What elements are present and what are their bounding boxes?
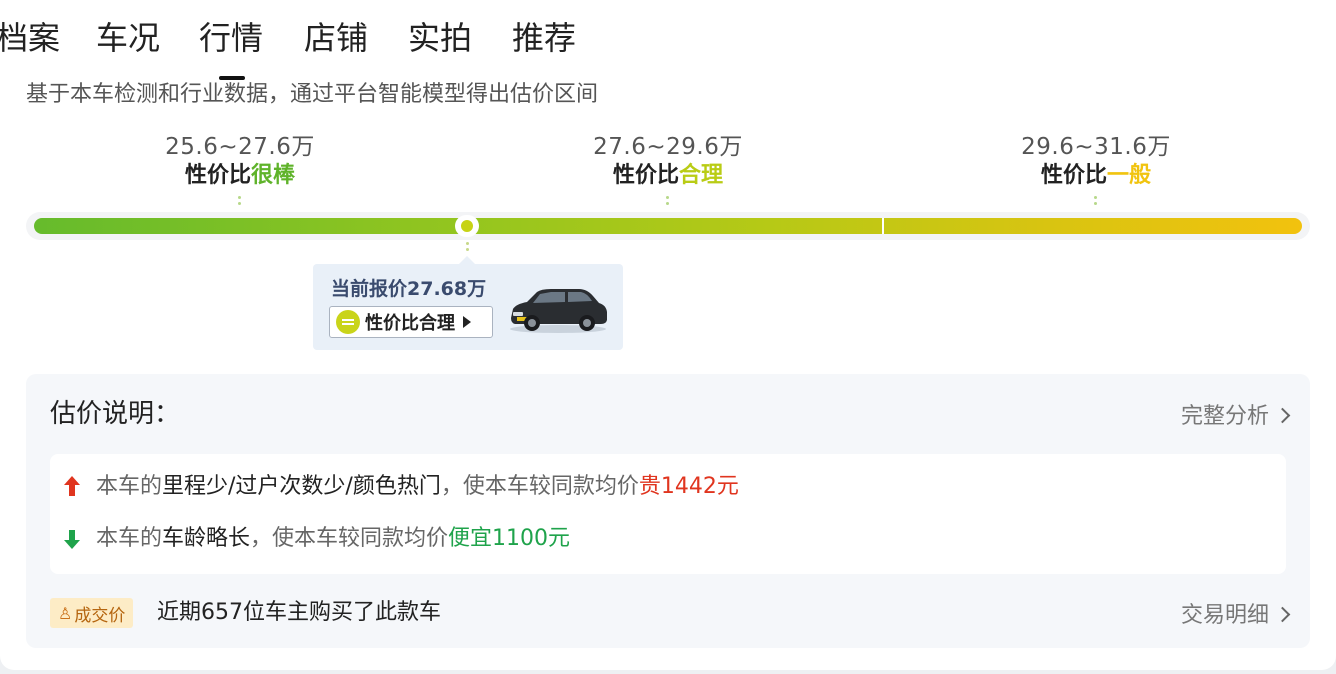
deal-price-badge: ♙ 成交价 <box>50 598 134 628</box>
car-suv-image <box>510 289 607 333</box>
range-dots <box>1094 196 1097 206</box>
range-price: 29.6~31.6万 <box>1021 134 1171 160</box>
transaction-details-label: 交易明细 <box>1180 603 1269 628</box>
marker-connector <box>460 236 469 251</box>
scale-divider <box>882 218 884 234</box>
full-analysis-link[interactable]: 完整分析 <box>1180 398 1291 430</box>
reason-factors: 车龄略长 <box>162 526 251 551</box>
tab-condition[interactable]: 车况 <box>96 16 160 60</box>
full-analysis-label: 完整分析 <box>1180 404 1269 429</box>
reason-row-up: 本车的 里程少/过户次数少/颜色热门 ，使本车较同款均价 贵1442元 <box>64 472 739 502</box>
transaction-details-link[interactable]: 交易明细 <box>1180 597 1291 629</box>
current-price-marker <box>455 215 479 237</box>
current-price-popup: 当前报价27.68万 性价比合理 <box>313 256 623 350</box>
reason-factors: 里程少/过户次数少/颜色热门 <box>162 474 441 499</box>
price-scale-track <box>26 212 1310 240</box>
range-label: 性价比一般 <box>1040 163 1152 188</box>
tab-photos[interactable]: 实拍 <box>408 16 472 60</box>
tab-recommend[interactable]: 推荐 <box>512 16 576 60</box>
arrow-up-icon <box>64 476 80 498</box>
range-dots <box>666 196 669 206</box>
value-rating-label: 性价比合理 <box>365 313 455 334</box>
range-price: 25.6~27.6万 <box>165 134 315 160</box>
range-reasonable: 27.6~29.6万 性价比合理 <box>558 133 778 191</box>
arrow-down-icon <box>64 528 80 550</box>
price-card: 档案 车况 行情 店铺 实拍 推荐 基于本车检测和行业数据，通过平台智能模型得出… <box>0 0 1336 670</box>
range-label: 性价比很棒 <box>184 163 296 188</box>
current-price-text: 当前报价27.68万 <box>331 278 487 300</box>
reason-row-down: 本车的 车龄略长 ，使本车较同款均价 便宜1100元 <box>64 524 570 554</box>
reasons-panel: 本车的 里程少/过户次数少/颜色热门 ，使本车较同款均价 贵1442元 本车的 车龄略长… <box>50 454 1286 574</box>
range-average: 29.6~31.6万 性价比一般 <box>986 133 1206 191</box>
reason-result: 便宜1100元 <box>448 526 571 551</box>
reason-prefix: 本车的 <box>96 526 163 551</box>
price-scale-bar <box>34 218 1302 234</box>
tab-store[interactable]: 店铺 <box>304 16 368 60</box>
marker-dot-icon <box>460 219 474 233</box>
valuation-explanation: 估价说明： 完整分析 本车的 里程少/过户次数少/颜色热门 ，使本车较同款均价 贵14… <box>26 374 1310 648</box>
explanation-title: 估价说明： <box>50 399 181 429</box>
range-price: 27.6~29.6万 <box>593 134 743 160</box>
reason-middle: ，使本车较同款均价 <box>250 526 449 551</box>
deal-icon: ♙ <box>58 603 73 623</box>
value-rating-button[interactable]: 性价比合理 <box>329 306 493 338</box>
reason-result: 贵1442元 <box>638 474 739 499</box>
valuation-description: 基于本车检测和行业数据，通过平台智能模型得出估价区间 <box>26 82 599 107</box>
tab-market[interactable]: 行情 <box>199 16 263 80</box>
range-label: 性价比合理 <box>612 163 724 188</box>
recent-buyers-text: 近期657位车主购买了此款车 <box>157 600 441 625</box>
chevron-right-icon <box>1274 606 1291 622</box>
reason-prefix: 本车的 <box>96 474 163 499</box>
deal-badge-label: 成交价 <box>74 605 126 626</box>
tab-archive[interactable]: 档案 <box>0 16 60 60</box>
chevron-right-icon <box>1274 407 1291 423</box>
play-arrow-icon <box>463 316 471 328</box>
range-excellent: 25.6~27.6万 性价比很棒 <box>130 133 350 191</box>
reason-middle: ，使本车较同款均价 <box>440 474 639 499</box>
range-dots <box>238 196 241 206</box>
equal-icon <box>336 310 360 334</box>
